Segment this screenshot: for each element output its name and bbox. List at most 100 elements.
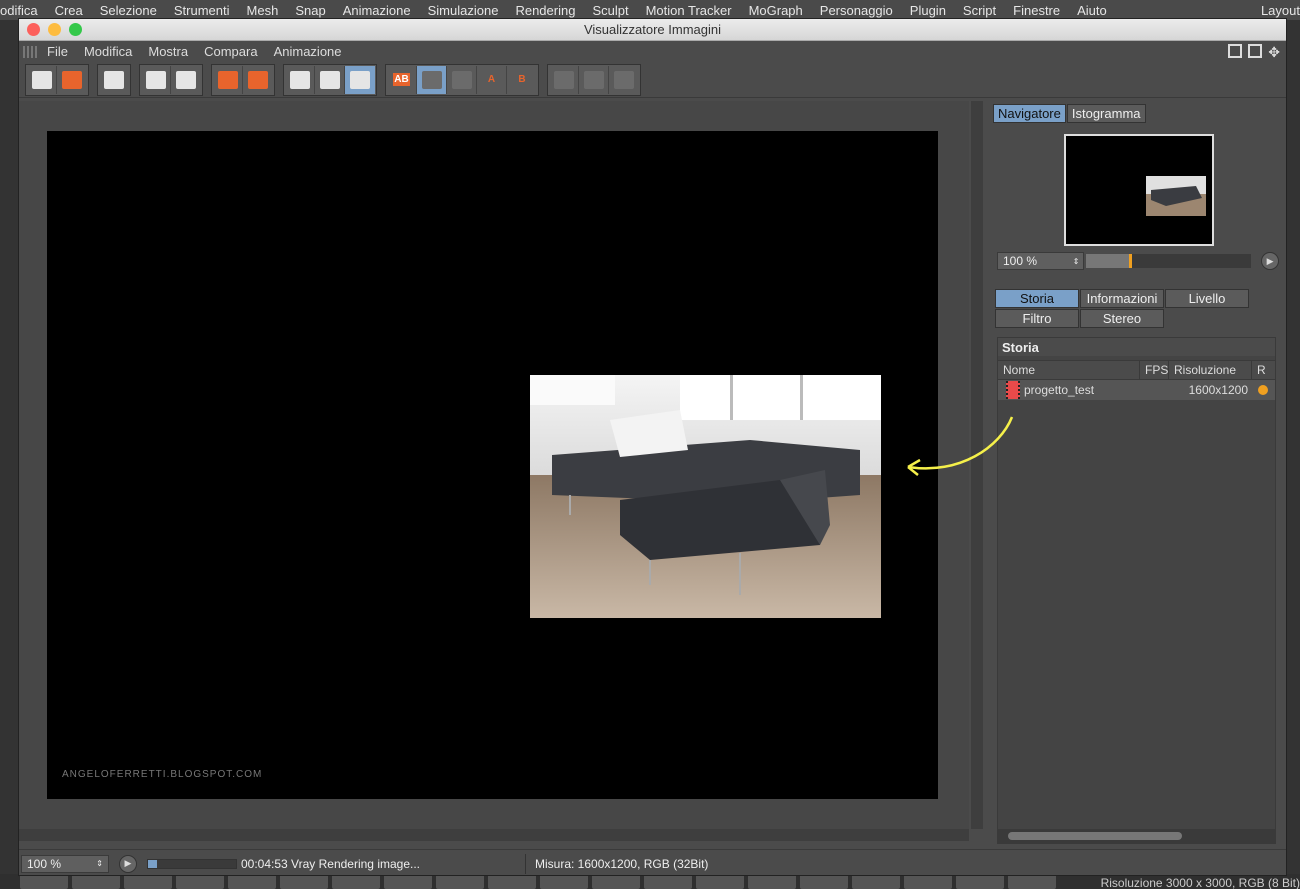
tab-livello[interactable]: Livello	[1165, 289, 1249, 308]
top-menu-layout[interactable]: Layout	[1261, 3, 1300, 18]
watermark-text: ANGELOFERRETTI.BLOGSPOT.COM	[62, 769, 263, 780]
material-thumb[interactable]	[488, 874, 536, 889]
top-menu-item[interactable]: Aiuto	[1077, 3, 1107, 18]
open-button[interactable]	[27, 65, 57, 94]
channel-2-button[interactable]	[579, 65, 609, 94]
export-button[interactable]	[141, 65, 171, 94]
top-menu-item[interactable]: Sculpt	[592, 3, 628, 18]
scroll-thumb[interactable]	[1008, 832, 1182, 840]
menu-modifica[interactable]: Modifica	[84, 44, 132, 59]
material-thumb[interactable]	[176, 874, 224, 889]
column-r[interactable]: R	[1252, 361, 1274, 379]
material-thumb[interactable]	[904, 874, 952, 889]
material-thumb[interactable]	[644, 874, 692, 889]
stepper-icon[interactable]: ⇕	[1073, 257, 1080, 266]
material-thumb[interactable]	[436, 874, 484, 889]
tab-navigatore[interactable]: Navigatore	[993, 104, 1066, 123]
top-menu-item[interactable]: Snap	[295, 3, 325, 18]
new-panel-icon[interactable]	[1248, 44, 1263, 58]
material-thumb[interactable]	[1008, 874, 1056, 889]
minimize-window-button[interactable]	[48, 23, 61, 36]
material-thumb[interactable]	[228, 874, 276, 889]
channel-1-button[interactable]	[549, 65, 579, 94]
tab-istogramma[interactable]: Istogramma	[1066, 104, 1146, 123]
panel-layout-icon[interactable]	[1228, 44, 1243, 58]
material-thumb[interactable]	[696, 874, 744, 889]
stepper-icon[interactable]: ⇕	[96, 859, 103, 868]
material-thumb[interactable]	[124, 874, 172, 889]
top-menu-item[interactable]: Strumenti	[174, 3, 230, 18]
column-nome[interactable]: Nome	[998, 361, 1140, 379]
material-thumb[interactable]	[748, 874, 796, 889]
top-menu-item[interactable]: Animazione	[343, 3, 411, 18]
top-menu-item[interactable]: MoGraph	[749, 3, 803, 18]
tab-filtro[interactable]: Filtro	[995, 309, 1079, 328]
material-thumb[interactable]	[956, 874, 1004, 889]
view-mode-2-button[interactable]	[315, 65, 345, 94]
top-menu-item[interactable]: Plugin	[910, 3, 946, 18]
save-button[interactable]	[57, 66, 87, 94]
move-icon[interactable]: ✥	[1268, 44, 1280, 61]
set-a-button[interactable]: A	[477, 65, 507, 94]
material-thumb[interactable]	[852, 874, 900, 889]
status-zoom-field[interactable]: 100 % ⇕	[21, 854, 109, 873]
horizontal-scrollbar[interactable]	[19, 829, 969, 841]
delete-all-button[interactable]	[243, 66, 273, 94]
image-viewport[interactable]: ANGELOFERRETTI.BLOGSPOT.COM	[19, 101, 969, 829]
navigator-preview[interactable]	[1064, 134, 1214, 246]
grip-icon[interactable]	[23, 45, 37, 58]
info-tabs: Storia Informazioni Livello Filtro Stere…	[995, 289, 1250, 329]
ab-compare-button[interactable]: AB	[387, 65, 417, 94]
render-progress-bar	[147, 858, 237, 869]
menu-compara[interactable]: Compara	[204, 44, 257, 59]
play-icon[interactable]: ▶	[119, 854, 137, 873]
menu-file[interactable]: File	[47, 44, 68, 59]
navigator-zoom-row: 100 % ⇕ ▶	[997, 251, 1279, 271]
tab-storia[interactable]: Storia	[995, 289, 1079, 308]
navigator-zoom-slider[interactable]	[1086, 254, 1252, 268]
play-icon[interactable]: ▶	[1261, 252, 1279, 270]
top-menu-item[interactable]: Personaggio	[820, 3, 893, 18]
render-canvas[interactable]: ANGELOFERRETTI.BLOGSPOT.COM	[47, 131, 938, 799]
column-fps[interactable]: FPS	[1140, 361, 1169, 379]
tab-stereo[interactable]: Stereo	[1080, 309, 1164, 328]
column-risoluzione[interactable]: Risoluzione	[1169, 361, 1252, 379]
ab-overlay-button[interactable]	[447, 65, 477, 94]
ab-split-button[interactable]	[417, 65, 447, 94]
render-sequence-button[interactable]	[99, 66, 129, 94]
top-menu-item[interactable]: Crea	[55, 3, 83, 18]
zoom-window-button[interactable]	[69, 23, 82, 36]
top-menu-item[interactable]: Selezione	[100, 3, 157, 18]
close-window-button[interactable]	[27, 23, 40, 36]
top-menu-item[interactable]: Rendering	[515, 3, 575, 18]
menu-animazione[interactable]: Animazione	[274, 44, 342, 59]
material-thumb[interactable]	[280, 874, 328, 889]
material-thumb[interactable]	[592, 874, 640, 889]
history-horizontal-scrollbar[interactable]	[998, 829, 1275, 843]
tab-informazioni[interactable]: Informazioni	[1080, 289, 1164, 308]
user-button[interactable]	[171, 66, 201, 94]
top-menu-item[interactable]: Mesh	[247, 3, 279, 18]
material-thumb[interactable]	[540, 874, 588, 889]
material-thumb[interactable]	[800, 874, 848, 889]
top-menu-item[interactable]: Script	[963, 3, 996, 18]
table-row[interactable]: progetto_test 1600x1200	[998, 380, 1275, 400]
navigator-zoom-field[interactable]: 100 % ⇕	[997, 252, 1085, 270]
delete-image-button[interactable]	[213, 65, 243, 94]
top-menu-item[interactable]: Motion Tracker	[646, 3, 732, 18]
zoom-slider-knob[interactable]	[1129, 254, 1133, 268]
view-mode-1-button[interactable]	[285, 65, 315, 94]
top-menu-item[interactable]: odifica	[0, 3, 38, 18]
vertical-scrollbar[interactable]	[971, 101, 983, 829]
material-thumb[interactable]	[384, 874, 432, 889]
material-thumb[interactable]	[332, 874, 380, 889]
set-b-button[interactable]: B	[507, 66, 537, 94]
view-mode-3-button[interactable]	[345, 65, 375, 94]
material-thumb[interactable]	[20, 874, 68, 889]
channel-3-button[interactable]	[609, 66, 639, 94]
top-menu-item[interactable]: Finestre	[1013, 3, 1060, 18]
window-titlebar[interactable]: Visualizzatore Immagini	[19, 19, 1286, 41]
top-menu-item[interactable]: Simulazione	[428, 3, 499, 18]
menu-mostra[interactable]: Mostra	[148, 44, 188, 59]
material-thumb[interactable]	[72, 874, 120, 889]
